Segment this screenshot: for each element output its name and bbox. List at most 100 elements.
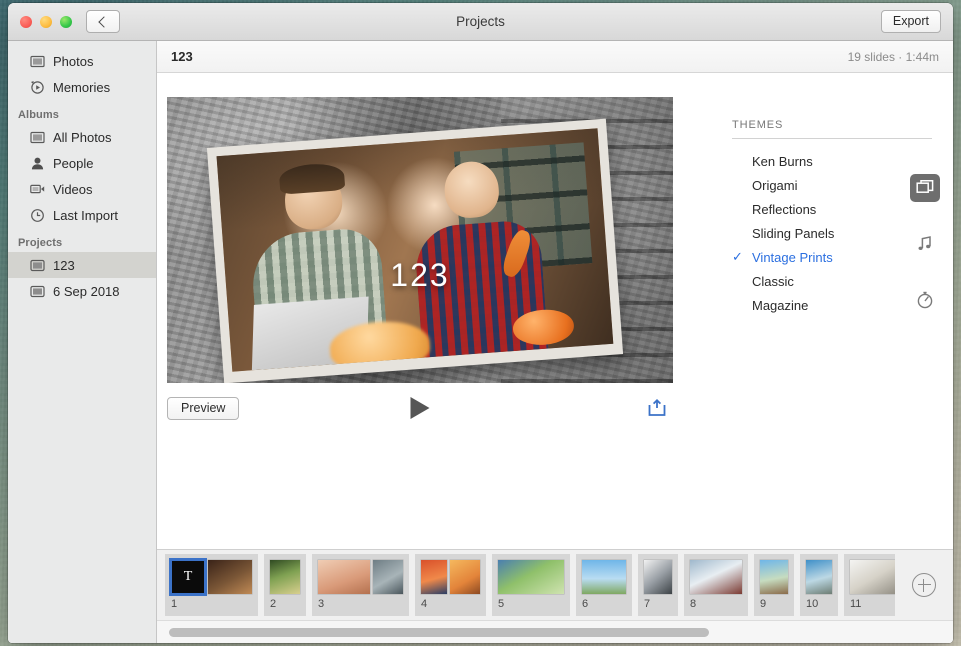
traffic-lights xyxy=(20,15,72,28)
music-icon[interactable] xyxy=(910,230,940,258)
sidebar-item-project-6-sep-2018[interactable]: 6 Sep 2018 xyxy=(8,278,156,304)
slide-thumbnail-strip: T 1 2 3 4 5 6 7 8 9 10 11 xyxy=(157,549,953,620)
thumbnail-number: 4 xyxy=(421,598,428,610)
thumbnail-image xyxy=(208,560,252,594)
thumbnail-image xyxy=(644,560,672,594)
thumbnail-images xyxy=(760,560,788,594)
thumbnail-image xyxy=(270,560,300,594)
thumbnail-images xyxy=(690,560,742,594)
slide-photo xyxy=(216,128,614,372)
back-button[interactable] xyxy=(86,10,120,33)
table-row[interactable]: 7 xyxy=(638,554,678,616)
theme-label: Classic xyxy=(752,273,794,289)
thumbnail-number: 6 xyxy=(582,598,589,610)
scrollbar-track[interactable] xyxy=(169,627,941,637)
duration-icon[interactable] xyxy=(910,286,940,314)
minimize-window-button[interactable] xyxy=(40,15,52,28)
add-slide-button[interactable] xyxy=(895,550,953,620)
thumbnail-number: 3 xyxy=(318,598,325,610)
project-icon xyxy=(30,258,45,273)
table-row[interactable]: 6 xyxy=(576,554,632,616)
thumbnail-image xyxy=(421,560,447,594)
table-row[interactable]: 9 xyxy=(754,554,794,616)
thumbnail-number: 5 xyxy=(498,598,505,610)
themes-icon[interactable] xyxy=(910,174,940,202)
sidebar-item-people[interactable]: People xyxy=(8,150,156,176)
theme-label: Magazine xyxy=(752,297,809,313)
sidebar-item-last-import[interactable]: Last Import xyxy=(8,202,156,228)
thumbnail-image xyxy=(850,560,895,594)
project-header-bar: 123 19 slides · 1:44m xyxy=(157,41,953,73)
theme-label: Vintage Prints xyxy=(752,249,833,265)
thumbnail-number: 11 xyxy=(850,598,862,610)
sidebar-item-label: All Photos xyxy=(53,129,112,145)
sidebar-section-projects-header: Projects xyxy=(18,237,63,249)
thumbnail-image xyxy=(373,560,403,594)
thumbnail-images xyxy=(498,560,564,594)
table-row[interactable]: 4 xyxy=(415,554,486,616)
theme-label: Origami xyxy=(752,177,798,193)
sidebar-item-label: Memories xyxy=(53,79,111,95)
export-button[interactable]: Export xyxy=(880,10,941,33)
project-title: 123 xyxy=(171,49,193,64)
thumbnail-number: 8 xyxy=(690,598,697,610)
table-row[interactable]: 3 xyxy=(312,554,409,616)
playback-controls: Preview xyxy=(167,391,673,425)
window-title: Projects xyxy=(456,14,505,29)
table-row[interactable]: 5 xyxy=(492,554,570,616)
chevron-left-icon xyxy=(98,15,110,28)
thumbnail-image xyxy=(498,560,564,594)
sidebar-section-albums-header: Albums xyxy=(18,109,59,121)
thumbnail-number: 10 xyxy=(806,598,819,610)
thumbnail-image xyxy=(690,560,742,594)
table-row[interactable]: 2 xyxy=(264,554,306,616)
share-export-icon[interactable] xyxy=(647,399,667,417)
window-title-bar: Projects Export xyxy=(8,3,953,41)
thumbnail-number: 9 xyxy=(760,598,767,610)
vintage-print-frame xyxy=(206,118,624,383)
thumbnail-image xyxy=(760,560,788,594)
sidebar-item-videos[interactable]: Videos xyxy=(8,176,156,202)
theme-label: Sliding Panels xyxy=(752,225,835,241)
close-window-button[interactable] xyxy=(20,15,32,28)
thumbnail-images xyxy=(318,560,403,594)
thumbnail-images xyxy=(270,560,300,594)
slide-overlay-text: 123 xyxy=(390,257,450,294)
play-icon[interactable] xyxy=(410,397,430,419)
video-icon xyxy=(30,182,45,197)
slide-preview[interactable]: 123 xyxy=(167,97,673,383)
horizontal-scrollbar[interactable] xyxy=(157,620,953,643)
sidebar-item-label: 123 xyxy=(53,257,75,273)
sidebar-item-photos[interactable]: Photos xyxy=(8,48,156,74)
preview-button[interactable]: Preview xyxy=(167,396,240,420)
thumbnail-images xyxy=(582,560,626,594)
sidebar: Photos Memories Albums All Photos People… xyxy=(8,41,157,643)
thumbnail-number: 1 xyxy=(171,598,178,610)
sidebar-item-label: Last Import xyxy=(53,207,119,223)
zoom-window-button[interactable] xyxy=(60,15,72,28)
person-icon xyxy=(30,156,45,171)
table-row[interactable]: 10 xyxy=(800,554,838,616)
table-row[interactable]: 11 xyxy=(844,554,895,616)
scrollbar-thumb[interactable] xyxy=(169,627,710,637)
themes-panel: THEMES Ken Burns Origami Reflections Sli… xyxy=(688,73,953,549)
sidebar-item-memories[interactable]: Memories xyxy=(8,74,156,100)
thumbnail-images xyxy=(421,560,480,594)
sidebar-item-label: Videos xyxy=(53,181,93,197)
thumbnail-image xyxy=(450,560,480,594)
memories-icon xyxy=(30,80,45,95)
sidebar-item-label: People xyxy=(53,155,94,171)
table-row[interactable]: T 1 xyxy=(165,554,258,616)
thumbnail-number: 2 xyxy=(270,598,277,610)
title-card-thumb: T xyxy=(169,558,207,596)
check-icon: ✓ xyxy=(732,249,743,264)
photos-app-window: Projects Export Photos Memories Albums A… xyxy=(8,3,953,643)
table-row[interactable]: 8 xyxy=(684,554,748,616)
thumbnail-scroller[interactable]: T 1 2 3 4 5 6 7 8 9 10 11 xyxy=(157,550,895,620)
thumbnail-images xyxy=(644,560,672,594)
thumbnail-number: 7 xyxy=(644,598,651,610)
sidebar-item-project-123[interactable]: 123 xyxy=(8,252,156,278)
thumbnail-image xyxy=(806,560,832,594)
thumbnail-images xyxy=(806,560,832,594)
sidebar-item-all-photos[interactable]: All Photos xyxy=(8,124,156,150)
